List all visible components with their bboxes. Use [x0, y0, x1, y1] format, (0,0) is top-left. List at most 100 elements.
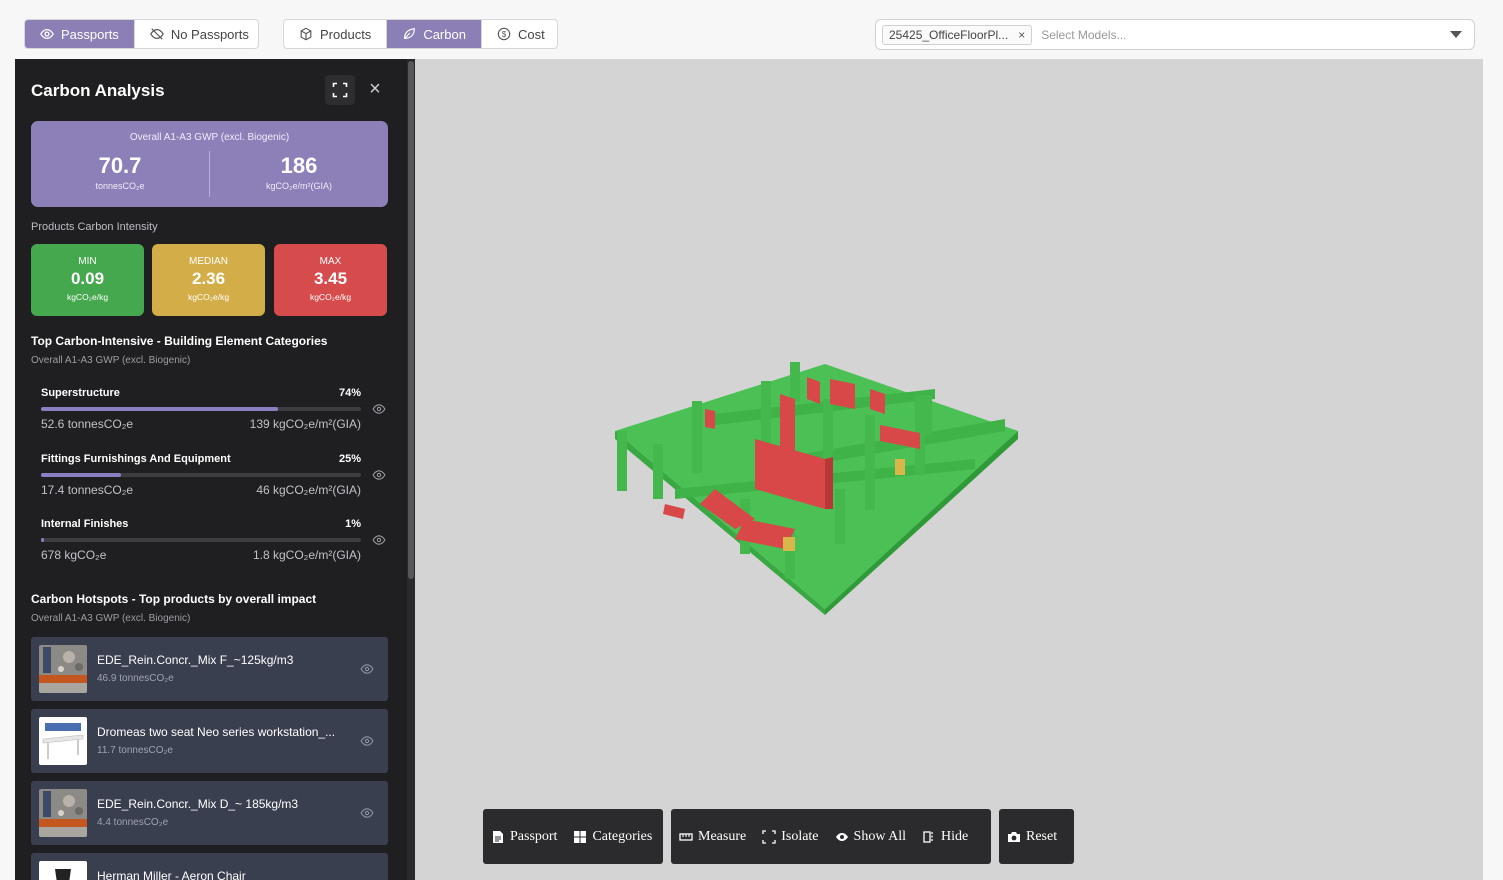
category-total: 52.6 tonnesCO₂e — [41, 417, 134, 431]
cube-icon — [300, 27, 312, 41]
viewer-tools-right: Reset — [999, 809, 1074, 864]
cost-button[interactable]: $ Cost — [482, 20, 557, 48]
eye-icon[interactable] — [360, 736, 374, 746]
category-name: Internal Finishes — [41, 518, 129, 530]
intensity-max: MAX 3.45 kgCO₂e/kg — [274, 244, 387, 316]
viewer-tools-left: Passport Categories — [483, 809, 663, 864]
category-intensity: 46 kgCO₂e/m²(GIA) — [256, 483, 361, 497]
show-all-tool-label: Show All — [853, 828, 907, 844]
model-select[interactable]: 25425_OfficeFloorPl... × Select Models..… — [875, 19, 1475, 50]
hotspot-product[interactable]: EDE_Rein.Concr._Mix F_~125kg/m3 46.9 ton… — [31, 637, 388, 701]
document-icon — [493, 830, 503, 843]
category-bar-fill — [41, 407, 278, 411]
category-ffe: Fittings Furnishings And Equipment 25% 1… — [41, 453, 361, 497]
product-value: 4.4 tonnesCO₂e — [97, 817, 169, 828]
model-chip-remove-icon[interactable]: × — [1018, 28, 1025, 42]
carbon-button[interactable]: Carbon — [387, 20, 482, 48]
fullscreen-button[interactable] — [325, 75, 355, 105]
no-passports-button[interactable]: No Passports — [135, 20, 258, 48]
eye-icon — [40, 28, 54, 40]
ruler-icon — [679, 832, 693, 841]
hotspots-title: Carbon Hotspots - Top products by overal… — [31, 592, 317, 606]
products-label: Products — [320, 26, 372, 42]
product-value: 46.9 tonnesCO₂e — [97, 673, 174, 684]
eye-icon[interactable] — [372, 404, 386, 414]
intensity-min-value: 0.09 — [70, 269, 105, 288]
top-toolbar: Passports No Passports Products Carbon $… — [0, 0, 1503, 60]
panel-scrollbar[interactable] — [407, 59, 415, 880]
building-3d-model[interactable] — [415, 59, 1483, 880]
carbon-analysis-panel: Carbon Analysis × Overall A1-A3 GWP (exc… — [15, 59, 415, 880]
category-superstructure: Superstructure 74% 52.6 tonnesCO₂e 139 k… — [41, 387, 361, 431]
category-total: 678 kgCO₂e — [41, 548, 107, 562]
category-bar — [41, 407, 361, 411]
model-select-placeholder: Select Models... — [1041, 27, 1127, 42]
expand-icon — [332, 82, 348, 98]
eye-icon[interactable] — [372, 535, 386, 545]
hotspot-product[interactable]: Herman Miller - Aeron Chair — [31, 853, 388, 880]
model-chip-label: 25425_OfficeFloorPl... — [889, 27, 1009, 42]
products-button[interactable]: Products — [284, 20, 388, 48]
model-chip: 25425_OfficeFloorPl... × — [882, 24, 1033, 45]
category-bar — [41, 473, 361, 477]
viewer-tools-middle: Measure Isolate Show All Hide — [671, 809, 991, 864]
gwp-intensity-value: 186 — [280, 153, 318, 178]
intensity-min-unit: kgCO₂e/kg — [66, 292, 109, 302]
category-bar-fill — [41, 473, 121, 477]
reset-tool-button[interactable]: Reset — [1007, 829, 1057, 845]
dollar-circle-icon: $ — [497, 27, 511, 41]
categories-title: Top Carbon-Intensive - Building Element … — [31, 334, 328, 348]
hotspot-product[interactable]: Dromeas two seat Neo series workstation_… — [31, 709, 388, 773]
eye-icon[interactable] — [372, 470, 386, 480]
categories-tool-button[interactable]: Categories — [573, 829, 652, 845]
intensity-max-value: 3.45 — [313, 269, 348, 288]
passport-tool-label: Passport — [510, 828, 558, 844]
show-all-tool-button[interactable]: Show All — [835, 828, 907, 845]
eye-icon[interactable] — [360, 808, 374, 818]
category-percent: 1% — [345, 518, 361, 530]
chevron-down-icon[interactable] — [1450, 31, 1462, 38]
reset-tool-label: Reset — [1026, 828, 1058, 844]
category-percent: 74% — [338, 387, 361, 399]
hotspot-product[interactable]: EDE_Rein.Concr._Mix D_~ 185kg/m3 4.4 ton… — [31, 781, 388, 845]
passport-toggle-group: Passports No Passports — [24, 19, 259, 49]
product-name: Dromeas two seat Neo series workstation_… — [97, 725, 336, 739]
category-name: Fittings Furnishings And Equipment — [41, 453, 231, 465]
total-gwp-unit: tonnesCO₂e — [95, 181, 145, 191]
scrollbar-thumb[interactable] — [408, 61, 414, 579]
category-percent: 25% — [338, 453, 361, 465]
category-name: Superstructure — [41, 387, 120, 399]
isolate-tool-button[interactable]: Isolate — [762, 828, 819, 845]
gwp-intensity-unit: kgCO₂e/m²(GIA) — [266, 181, 332, 191]
hotspots-subtitle: Overall A1-A3 GWP (excl. Biogenic) — [31, 613, 191, 624]
product-name: Herman Miller - Aeron Chair — [97, 869, 246, 880]
camera-icon — [1008, 831, 1020, 842]
products-intensity-label: Products Carbon Intensity — [31, 221, 158, 233]
category-total: 17.4 tonnesCO₂e — [41, 483, 134, 497]
close-panel-button[interactable]: × — [365, 79, 385, 99]
eye-icon[interactable] — [360, 664, 374, 674]
overall-gwp-label: Overall A1-A3 GWP (excl. Biogenic) — [129, 132, 290, 143]
concrete-product-thumbnail — [39, 789, 87, 837]
measure-tool-label: Measure — [698, 828, 747, 844]
intensity-median: MEDIAN 2.36 kgCO₂e/kg — [152, 244, 265, 316]
model-viewport[interactable] — [415, 59, 1483, 880]
passports-button[interactable]: Passports — [25, 20, 135, 48]
measure-tool-button[interactable]: Measure — [679, 829, 746, 845]
intensity-max-unit: kgCO₂e/kg — [309, 292, 352, 302]
isolate-icon — [762, 829, 776, 844]
product-name: EDE_Rein.Concr._Mix F_~125kg/m3 — [97, 653, 294, 667]
view-mode-group: Products Carbon $ Cost — [283, 19, 558, 49]
passport-tool-button[interactable]: Passport — [491, 829, 557, 845]
product-value: 11.7 tonnesCO₂e — [97, 745, 173, 756]
total-gwp-value: 70.7 — [98, 153, 142, 178]
category-bar — [41, 538, 361, 542]
isolate-tool-label: Isolate — [781, 828, 819, 844]
workstation-product-thumbnail — [39, 717, 87, 765]
eye-icon — [835, 832, 848, 841]
gwp-intensity: 186 kgCO₂e/m²(GIA) — [210, 153, 388, 191]
intensity-max-label: MAX — [319, 256, 342, 267]
category-intensity: 139 kgCO₂e/m²(GIA) — [249, 417, 361, 431]
category-intensity: 1.8 kgCO₂e/m²(GIA) — [252, 548, 361, 562]
hide-tool-button[interactable]: Hide — [922, 829, 968, 845]
